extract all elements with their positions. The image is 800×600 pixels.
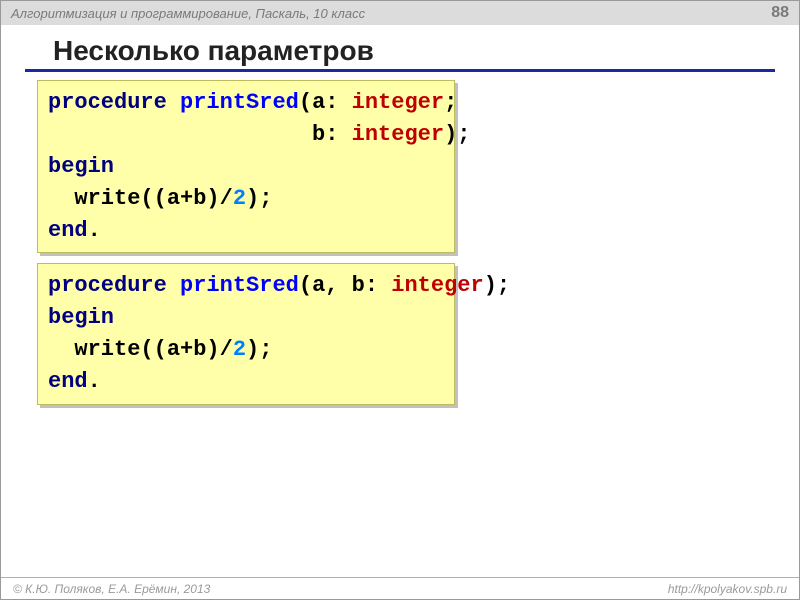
text: b [352,273,365,298]
text: : [325,122,351,147]
text: . [88,369,101,394]
text: b [312,122,325,147]
identifier: printSred [180,90,299,115]
text [167,90,180,115]
text: , [325,273,351,298]
text [48,122,312,147]
keyword: end [48,218,88,243]
page-number: 88 [771,4,789,22]
text [48,186,74,211]
code-block-1: procedure printSred(a: integer; b: integ… [37,80,455,253]
text: write((a+b)/ [74,186,232,211]
footer: © К.Ю. Поляков, Е.А. Ерёмин, 2013 http:/… [1,577,799,599]
text: a [312,90,325,115]
copyright: © К.Ю. Поляков, Е.А. Ерёмин, 2013 [13,582,210,596]
type: integer [352,90,444,115]
top-bar: Алгоритмизация и программирование, Паска… [1,1,799,25]
code-block-2: procedure printSred(a, b: integer); begi… [37,263,455,405]
footer-url: http://kpolyakov.spb.ru [668,582,787,596]
text: ); [484,273,510,298]
slide: Алгоритмизация и программирование, Паска… [0,0,800,600]
keyword: procedure [48,273,167,298]
text: ( [299,90,312,115]
type: integer [352,122,444,147]
keyword: end [48,369,88,394]
page-title: Несколько параметров [25,25,775,72]
number: 2 [233,337,246,362]
type: integer [391,273,483,298]
text [167,273,180,298]
text: . [88,218,101,243]
text [48,337,74,362]
keyword: begin [48,305,114,330]
course-label: Алгоритмизация и программирование, Паска… [11,6,365,21]
text: write((a+b)/ [74,337,232,362]
keyword: begin [48,154,114,179]
text: : [325,90,351,115]
text: a [312,273,325,298]
number: 2 [233,186,246,211]
text: ); [246,186,272,211]
identifier: printSred [180,273,299,298]
text: ); [444,122,470,147]
keyword: procedure [48,90,167,115]
text: ( [299,273,312,298]
text: : [365,273,391,298]
text: ); [246,337,272,362]
text: ; [444,90,457,115]
